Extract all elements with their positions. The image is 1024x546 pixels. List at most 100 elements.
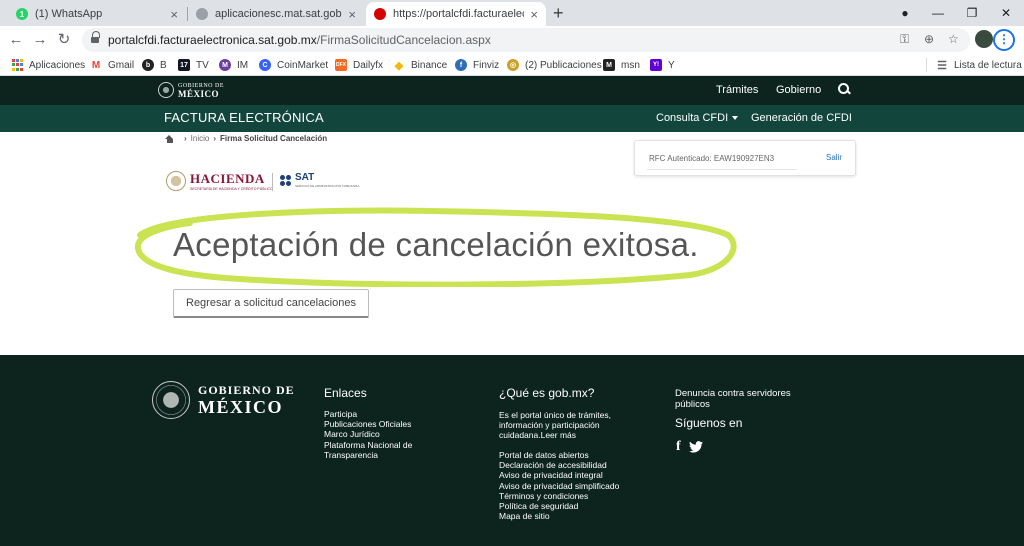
footer-denuncia-line: Denuncia contra servidores xyxy=(675,388,791,399)
nav-gobierno[interactable]: Gobierno xyxy=(776,84,821,96)
bookmark-publicaciones[interactable]: ◎ (2) Publicaciones xyxy=(507,57,602,73)
breadcrumb-home[interactable]: Inicio xyxy=(191,134,210,143)
reading-list-icon: ☰ xyxy=(937,59,947,72)
binance-icon: ◆ xyxy=(394,59,404,72)
footer-link[interactable]: Declaración de accesibilidad xyxy=(499,460,619,470)
bookmark-tv[interactable]: 17 TV xyxy=(178,57,209,73)
footer-gov-logo[interactable]: GOBIERNO DE MÉXICO xyxy=(152,381,295,419)
factura-electronica-bar: FACTURA ELECTRÓNICA Consulta CFDI Genera… xyxy=(0,105,1024,132)
footer-link[interactable]: Publicaciones Oficiales xyxy=(324,419,412,429)
restore-icon[interactable]: ❐ xyxy=(955,0,989,26)
tab-title: (1) WhatsApp xyxy=(35,8,103,20)
facebook-icon[interactable]: f xyxy=(676,439,681,455)
footer-link[interactable]: Participa xyxy=(324,409,412,419)
back-arrow-icon[interactable]: ← xyxy=(5,29,27,51)
logout-link[interactable]: Salir xyxy=(826,153,842,162)
footer-siguenos-heading: Síguenos en xyxy=(675,416,743,430)
footer-link[interactable]: Marco Jurídico xyxy=(324,429,412,439)
close-icon[interactable]: × xyxy=(170,7,178,22)
bookmark-label: TV xyxy=(196,59,209,71)
browser-menu-icon[interactable]: ⋮ xyxy=(993,29,1015,51)
back-to-cancellations-button[interactable]: Regresar a solicitud cancelaciones xyxy=(173,289,369,318)
nav-tramites[interactable]: Trámites xyxy=(716,84,758,96)
key-icon[interactable]: ⚿ xyxy=(900,32,909,47)
lock-icon xyxy=(91,31,100,44)
gov-logo[interactable]: GOBIERNO DE MÉXICO xyxy=(158,82,224,99)
gov-logo-text: GOBIERNO DE MÉXICO xyxy=(178,82,224,99)
close-icon[interactable]: × xyxy=(530,7,538,22)
twitter-icon[interactable] xyxy=(688,441,703,453)
minimize-icon[interactable]: — xyxy=(921,0,955,26)
bookmark-aplicaciones[interactable]: Aplicaciones xyxy=(11,57,85,73)
b-icon: b xyxy=(142,59,154,71)
search-icon[interactable] xyxy=(838,83,851,97)
bookmark-dailyfx[interactable]: DFX Dailyfx xyxy=(335,57,383,73)
bookmark-yahoo[interactable]: Y! Y xyxy=(650,57,675,73)
sat-subtitle: SERVICIO DE ADMINISTRACIÓN TRIBUTARIA xyxy=(295,184,360,188)
footer-link[interactable]: Términos y condiciones xyxy=(499,491,619,501)
bookmark-finviz[interactable]: f Finviz xyxy=(455,57,499,73)
tab-title: https://portalcfdi.facturaelectronica xyxy=(393,8,524,20)
footer-logo-text: GOBIERNO DE MÉXICO xyxy=(198,383,295,417)
page-title: Aceptación de cancelación exitosa. xyxy=(173,226,699,263)
tab-aplicacionesc[interactable]: aplicacionesc.mat.sat.gob.mx × xyxy=(188,2,364,26)
url-host: portalcfdi.facturaelectronica.sat.gob.mx xyxy=(108,33,317,47)
sat-logo-text: SAT SERVICIO DE ADMINISTRACIÓN TRIBUTARI… xyxy=(295,173,360,189)
hacienda-subtitle: SECRETARÍA DE HACIENDA Y CRÉDITO PÚBLICO xyxy=(190,186,273,191)
bookmark-msn[interactable]: M msn xyxy=(603,57,640,73)
tab-whatsapp[interactable]: 1 (1) WhatsApp × xyxy=(8,2,186,26)
footer-enlaces-heading: Enlaces xyxy=(324,386,367,400)
bookmark-binance[interactable]: ◆ Binance xyxy=(393,57,447,73)
finviz-icon: f xyxy=(455,59,467,71)
footer-denuncia-line: públicos xyxy=(675,399,710,410)
section-title[interactable]: FACTURA ELECTRÓNICA xyxy=(164,110,324,125)
profile-avatar[interactable] xyxy=(975,30,993,48)
reading-list[interactable]: ☰ Lista de lectura xyxy=(936,57,1022,73)
footer-link[interactable]: Mapa de sitio xyxy=(499,511,619,521)
footer-que-es-text: Es el portal único de trámites, informac… xyxy=(499,410,611,440)
breadcrumb: › Inicio › Firma Solicitud Cancelación xyxy=(165,134,327,143)
footer-link[interactable]: Transparencia xyxy=(324,450,412,460)
window-close-icon[interactable]: ✕ xyxy=(989,0,1023,26)
footer-denuncia-link[interactable]: Denuncia contra servidores públicos xyxy=(675,388,791,410)
logo-divider xyxy=(272,173,273,191)
footer-link[interactable]: Plataforma Nacional de xyxy=(324,440,412,450)
bookmark-label: Finviz xyxy=(473,59,500,71)
consulta-cfdi-menu[interactable]: Consulta CFDI xyxy=(656,112,739,124)
footer-que-es-line[interactable]: cuidadana.Leer más xyxy=(499,430,611,440)
bookmark-gmail[interactable]: M Gmail xyxy=(90,57,134,73)
tab-portalcfdi[interactable]: https://portalcfdi.facturaelectronica × xyxy=(366,2,546,26)
sat-favicon-icon xyxy=(374,8,386,20)
generacion-cfdi-link[interactable]: Generación de CFDI xyxy=(751,112,852,124)
reload-icon[interactable]: ↻ xyxy=(53,29,75,51)
bookmark-label: Dailyfx xyxy=(353,59,384,71)
address-bar[interactable]: portalcfdi.facturaelectronica.sat.gob.mx… xyxy=(82,28,970,52)
sat-dots-icon xyxy=(280,174,292,187)
footer-link[interactable]: Portal de datos abiertos xyxy=(499,450,619,460)
browser-toolbar: ← → ↻ portalcfdi.facturaelectronica.sat.… xyxy=(0,26,1024,54)
im-icon: M xyxy=(219,59,231,71)
bookmark-star-icon[interactable]: ☆ xyxy=(948,32,959,46)
bookmark-im[interactable]: M IM xyxy=(219,57,248,73)
bookmark-b[interactable]: b B xyxy=(142,57,167,73)
bookmark-coinmarket[interactable]: C CoinMarket xyxy=(259,57,328,73)
footer-link[interactable]: Política de seguridad xyxy=(499,501,619,511)
footer-link[interactable]: Aviso de privacidad simplificado xyxy=(499,481,619,491)
breadcrumb-current: Firma Solicitud Cancelación xyxy=(220,134,328,143)
apps-grid-icon xyxy=(11,59,23,71)
whatsapp-icon: 1 xyxy=(16,8,28,20)
profile-dropdown-icon[interactable]: ● xyxy=(888,0,922,26)
bookmark-label: B xyxy=(160,59,167,71)
footer-que-es-line: Es el portal único de trámites, xyxy=(499,410,611,420)
close-icon[interactable]: × xyxy=(348,7,356,22)
new-tab-button[interactable]: + xyxy=(553,2,564,24)
bookmark-label: (2) Publicaciones xyxy=(525,59,602,71)
zoom-icon[interactable]: ⊕ xyxy=(924,32,934,46)
caret-down-icon xyxy=(732,116,739,121)
tab-title: aplicacionesc.mat.sat.gob.mx xyxy=(215,8,342,20)
footer-link[interactable]: Aviso de privacidad integral xyxy=(499,470,619,480)
mexico-seal-icon xyxy=(152,381,190,419)
home-icon[interactable] xyxy=(165,134,174,143)
bookmark-label: Gmail xyxy=(108,59,135,71)
forward-arrow-icon[interactable]: → xyxy=(29,29,51,51)
